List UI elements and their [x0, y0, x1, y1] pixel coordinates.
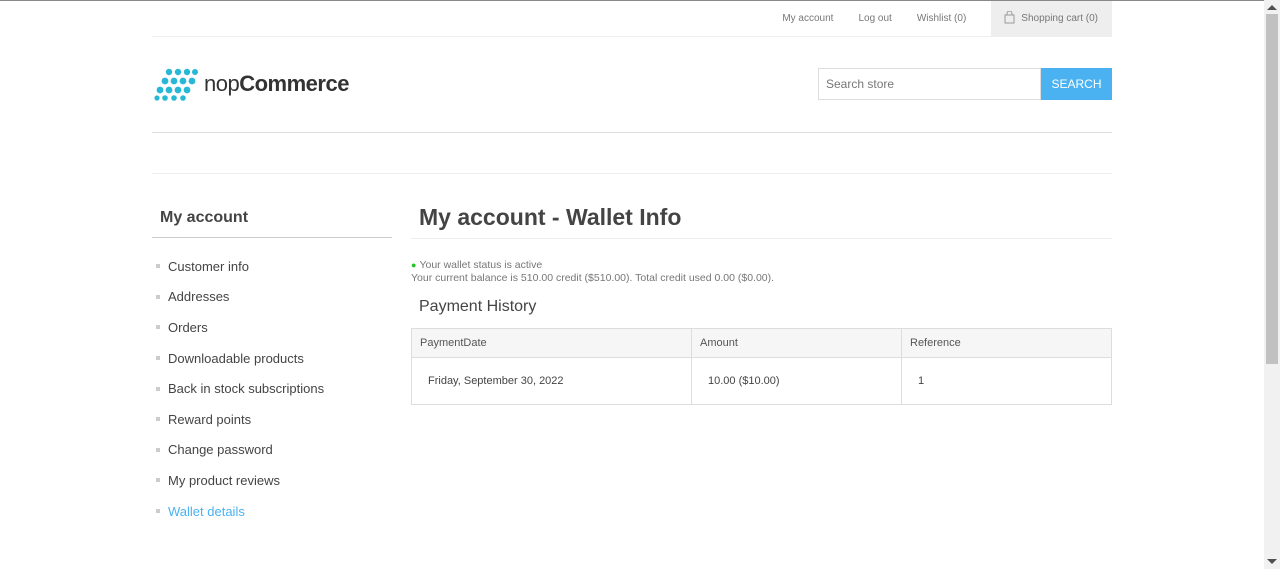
wishlist-link[interactable]: Wishlist (0) [917, 13, 966, 24]
column-header-reference: Reference [901, 328, 1112, 358]
store-logo[interactable]: nopCommerce [152, 67, 349, 101]
wallet-status-text: Your wallet status is active [419, 259, 543, 271]
bullet-icon [156, 356, 160, 361]
page-container: My account Log out Wishlist (0) Shopping… [152, 0, 1112, 519]
sidebar-item-label: Downloadable products [168, 350, 304, 366]
column-header-payment-date: PaymentDate [411, 328, 692, 358]
log-out-link[interactable]: Log out [858, 13, 891, 24]
account-nav-list: Customer info Addresses Orders Downloada… [152, 251, 392, 526]
scroll-up-icon[interactable] [1267, 5, 1277, 10]
logo-dots-icon [154, 68, 198, 101]
scroll-down-icon[interactable] [1267, 559, 1277, 564]
sidebar-item-wallet-details[interactable]: Wallet details [152, 496, 392, 527]
logo-prefix: nop [204, 71, 240, 96]
payment-history-title: Payment History [419, 298, 537, 315]
sidebar-item-back-in-stock[interactable]: Back in stock subscriptions [152, 373, 392, 404]
shopping-cart-link[interactable]: Shopping cart (0) [991, 0, 1112, 37]
bullet-icon [156, 386, 160, 391]
payment-history-table: PaymentDate Amount Reference Friday, Sep… [411, 328, 1112, 405]
bullet-icon [156, 294, 160, 299]
page-title: My account - Wallet Info [411, 201, 1112, 239]
table-header-row: PaymentDate Amount Reference [411, 328, 1112, 358]
cell-reference: 1 [901, 357, 1112, 405]
sidebar-item-downloadable-products[interactable]: Downloadable products [152, 343, 392, 374]
cell-payment-date: Friday, September 30, 2022 [411, 357, 692, 405]
wallet-balance-text: Your current balance is 510.00 credit ($… [411, 272, 775, 284]
sidebar-item-label: Customer info [168, 258, 249, 274]
sidebar-item-customer-info[interactable]: Customer info [152, 251, 392, 282]
bullet-icon [156, 478, 160, 483]
sidebar-item-orders[interactable]: Orders [152, 312, 392, 343]
main-content: My account - Wallet Info ● Your wallet st… [411, 201, 1112, 405]
sidebar-item-label: Addresses [168, 289, 230, 305]
wallet-status: ● Your wallet status is active Your curre… [411, 259, 1112, 285]
table-row: Friday, September 30, 2022 10.00 ($10.00… [411, 357, 1112, 405]
menu-bar [152, 133, 1112, 174]
sidebar-item-product-reviews[interactable]: My product reviews [152, 465, 392, 496]
sidebar-item-label: Change password [168, 442, 273, 458]
bullet-icon [156, 417, 160, 422]
sidebar-item-label: My product reviews [168, 472, 280, 488]
status-dot-icon: ● [411, 260, 417, 270]
bullet-icon [156, 509, 160, 514]
account-sidebar: My account Customer info Addresses Order… [152, 201, 392, 526]
sidebar-item-reward-points[interactable]: Reward points [152, 404, 392, 435]
logo-text: nopCommerce [204, 71, 349, 97]
bullet-icon [156, 264, 160, 269]
logo-brand: Commerce [239, 71, 349, 96]
my-account-link[interactable]: My account [782, 13, 833, 24]
sidebar-item-label: Orders [168, 319, 208, 335]
shopping-cart-label: Shopping cart (0) [1021, 13, 1098, 24]
shopping-bag-icon [1004, 11, 1015, 24]
column-header-amount: Amount [691, 328, 902, 358]
search-button[interactable]: SEARCH [1041, 68, 1112, 100]
sidebar-item-label: Back in stock subscriptions [168, 381, 325, 397]
search-input[interactable] [818, 68, 1041, 100]
scrollbar-thumb[interactable] [1266, 14, 1278, 364]
vertical-scrollbar[interactable] [1264, 0, 1280, 569]
sidebar-title: My account [152, 201, 392, 238]
sidebar-item-label: Wallet details [168, 503, 245, 519]
search-box: SEARCH [818, 68, 1112, 100]
header-links: My account Log out Wishlist (0) Shopping… [152, 0, 1112, 37]
sidebar-item-addresses[interactable]: Addresses [152, 282, 392, 313]
bullet-icon [156, 325, 160, 330]
sidebar-item-change-password[interactable]: Change password [152, 435, 392, 466]
cell-amount: 10.00 ($10.00) [691, 357, 902, 405]
header-main: nopCommerce SEARCH [152, 37, 1112, 133]
bullet-icon [156, 447, 160, 452]
sidebar-item-label: Reward points [168, 411, 252, 427]
